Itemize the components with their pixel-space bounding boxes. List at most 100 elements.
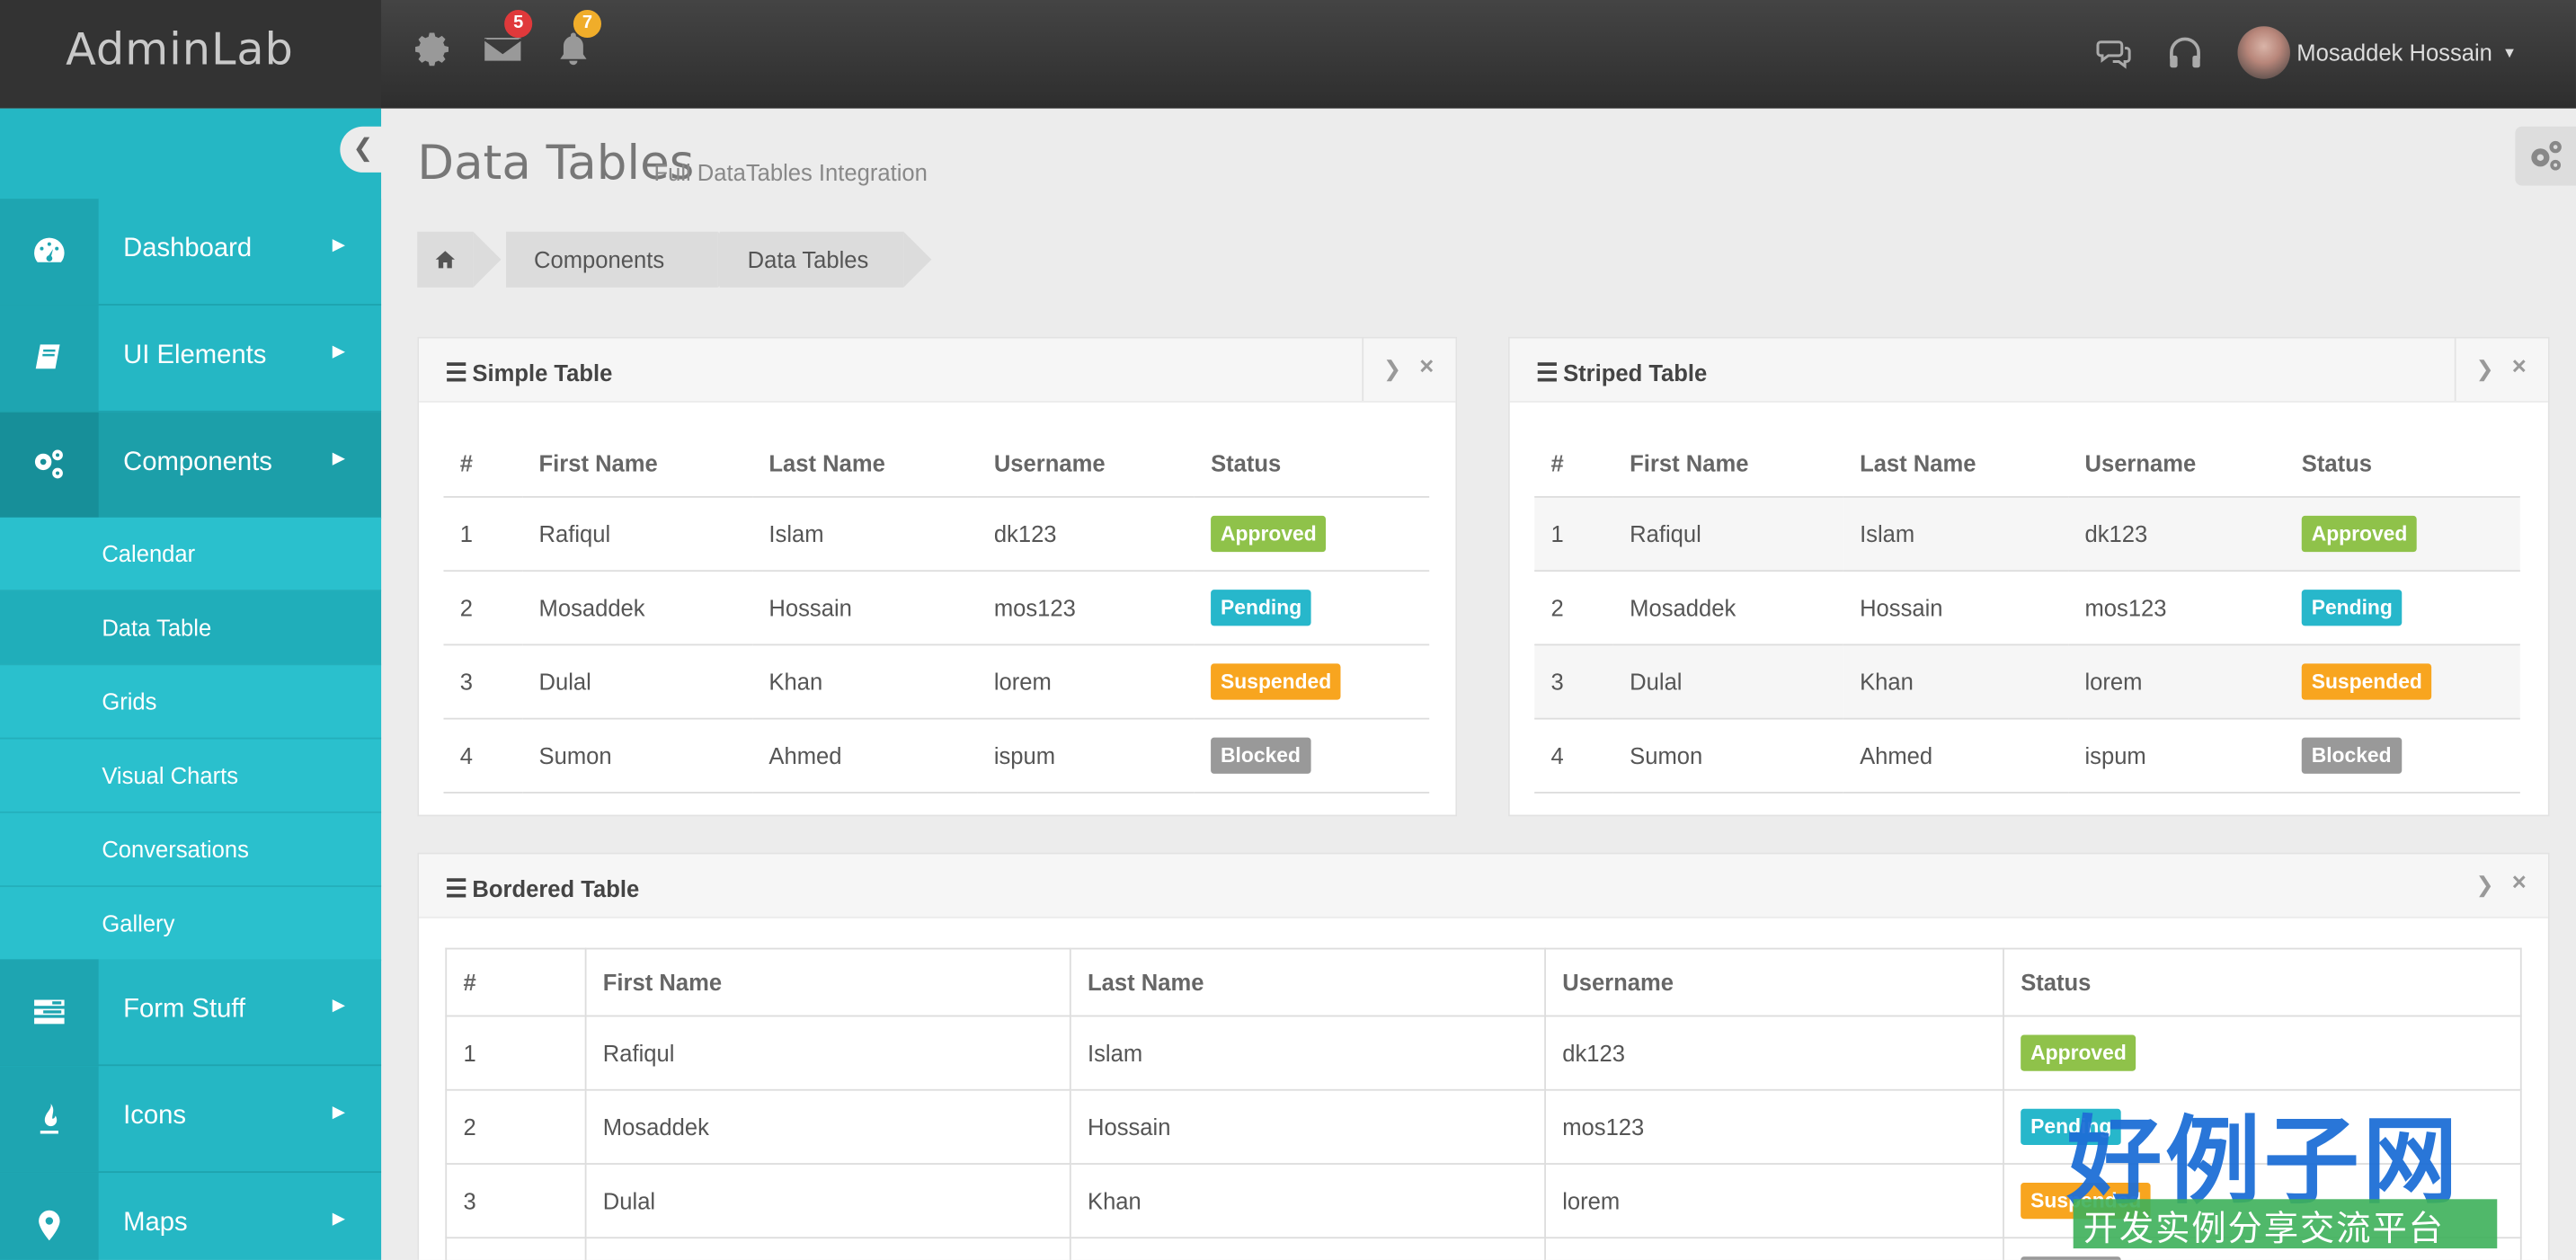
chevron-right-icon: ▶ [332,997,345,1016]
column-header[interactable]: # [443,430,523,498]
avatar [2237,26,2290,79]
sidebar-subitem-grids[interactable]: Grids [0,665,382,740]
subitem-label: Visual Charts [102,762,239,789]
table-cell: 1 [445,1015,587,1091]
close-icon[interactable]: × [2512,869,2527,897]
subitem-label: Data Table [102,614,212,641]
column-header[interactable]: Username [2068,430,2286,498]
headphones-icon[interactable] [2167,34,2203,70]
table-cell: 2 [443,571,523,646]
sidebar-collapse-button[interactable]: ❮ [340,126,386,173]
breadcrumb-item-components[interactable]: Components [505,231,746,288]
table-row: 1 Rafiqul Islam dk123 Approved [445,1015,2522,1091]
table-cell: dk123 [2068,496,2286,572]
table-cell: mos123 [1544,1088,2004,1165]
table-cell: 1 [443,496,523,572]
column-header[interactable]: First Name [1612,430,1843,498]
status-badge: Pending [1211,590,1312,626]
table-cell: Suspended [2285,644,2520,720]
column-header[interactable]: # [1534,430,1613,498]
widget-header: ☰ Simple Table ❯ × [419,338,1456,403]
chevron-down-icon[interactable]: ❯ [2475,357,2493,383]
chevron-right-icon: ▶ [332,236,345,255]
sidebar-subitem-data-table[interactable]: Data Table [0,591,382,666]
simple-table-widget: ☰ Simple Table ❯ × # First Name Last Name Us… [417,336,1458,817]
column-header[interactable]: Username [1544,947,2004,1017]
close-icon[interactable]: × [2512,353,2527,381]
sidebar-subitem-calendar[interactable]: Calendar [0,517,382,592]
breadcrumb-item-data-tables: Data Tables [719,231,932,288]
sidebar-item-dashboard[interactable]: Dashboard ▶ [0,199,382,306]
tasks-icon [34,999,65,1025]
table-cell: ispum [1544,1237,2004,1260]
table-cell: Pending [2285,571,2520,646]
column-header[interactable]: Username [977,430,1195,498]
book-icon [35,344,60,369]
column-header[interactable]: Last Name [1843,430,2069,498]
watermark-subtitle: 开发实例分享交流平台 [2083,1211,2445,1249]
page: AdminLab 5 7 Mosaddek Hossain ▼ ❮ Dashbo… [0,0,2576,1260]
top-navbar: AdminLab 5 7 Mosaddek Hossain ▼ [0,0,2576,109]
comments-icon[interactable] [2096,34,2132,70]
table-cell: 1 [1534,496,1613,572]
brand-logo[interactable]: AdminLab [0,0,382,109]
sidebar-item-label: Icons [123,1102,186,1131]
table-cell: Islam [1843,496,2069,572]
status-badge: Suspended [1211,663,1342,700]
table-cell: 3 [1534,644,1613,720]
sidebar-item-components[interactable]: Components ▶ [0,412,382,519]
table-cell: 3 [443,644,523,720]
table-cell: 4 [445,1237,587,1260]
subitem-label: Calendar [102,540,196,567]
column-header[interactable]: Status [1194,430,1430,498]
notification-count-badge: 7 [573,9,601,39]
sidebar-subitem-gallery[interactable]: Gallery [0,887,382,962]
table-row: 2 Mosaddek Hossain mos123 Pending [1534,571,2520,646]
column-header[interactable]: Last Name [1069,947,1546,1017]
close-icon[interactable]: × [1419,353,1434,381]
chevron-down-icon[interactable]: ❯ [2475,873,2493,899]
map-marker-icon [39,1210,60,1241]
fire-icon [40,1103,58,1134]
cogs-icon [2531,140,2562,171]
table-cell: Ahmed [1843,718,2069,794]
column-header[interactable]: Status [2003,947,2522,1017]
user-menu[interactable]: Mosaddek Hossain ▼ [2237,26,2517,79]
status-badge: Blocked [2301,737,2402,774]
table-cell: Dulal [1612,644,1843,720]
breadcrumb-home[interactable] [417,231,502,288]
sidebar-subitem-visual-charts[interactable]: Visual Charts [0,739,382,813]
table-cell: Sumon [522,718,753,794]
subitem-label: Gallery [102,910,175,936]
breadcrumb-label: Data Tables [747,246,869,273]
table-cell: Ahmed [752,718,978,794]
chevron-down-icon[interactable]: ❯ [1383,357,1401,383]
page-subtitle: Full DataTables Integration [653,159,928,186]
chevron-left-icon: ❮ [352,134,374,163]
cogs-icon [34,449,63,479]
column-header[interactable]: First Name [584,947,1071,1017]
sidebar-subitem-conversations[interactable]: Conversations [0,812,382,888]
table-row: 2 Mosaddek Hossain mos123 Pending [443,571,1430,646]
breadcrumb-label: Components [534,246,665,273]
style-switcher-button[interactable] [2515,126,2576,186]
widget-title-text: Simple Table [472,359,613,386]
sidebar-item-ui-elements[interactable]: UI Elements ▶ [0,305,382,413]
column-header[interactable]: # [445,947,587,1017]
column-header[interactable]: Status [2285,430,2520,498]
sidebar-item-icons[interactable]: Icons ▶ [0,1066,382,1174]
column-header[interactable]: Last Name [752,430,978,498]
status-badge: Approved [1211,515,1327,553]
table-cell: ispum [2068,718,2286,794]
sidebar-item-maps[interactable]: Maps ▶ [0,1173,382,1260]
column-header[interactable]: First Name [522,430,753,498]
table-cell: Dulal [584,1163,1071,1239]
sidebar-item-form-stuff[interactable]: Form Stuff ▶ [0,959,382,1067]
table-cell: ispum [977,718,1195,794]
table-cell: mos123 [977,571,1195,646]
table-cell: Hossain [752,571,978,646]
widget-title-text: Bordered Table [472,875,640,902]
reorder-icon: ☰ [1535,359,1559,388]
table-row: 3DulalKhanlorem Suspended [443,644,1430,720]
gear-icon[interactable] [414,30,454,69]
